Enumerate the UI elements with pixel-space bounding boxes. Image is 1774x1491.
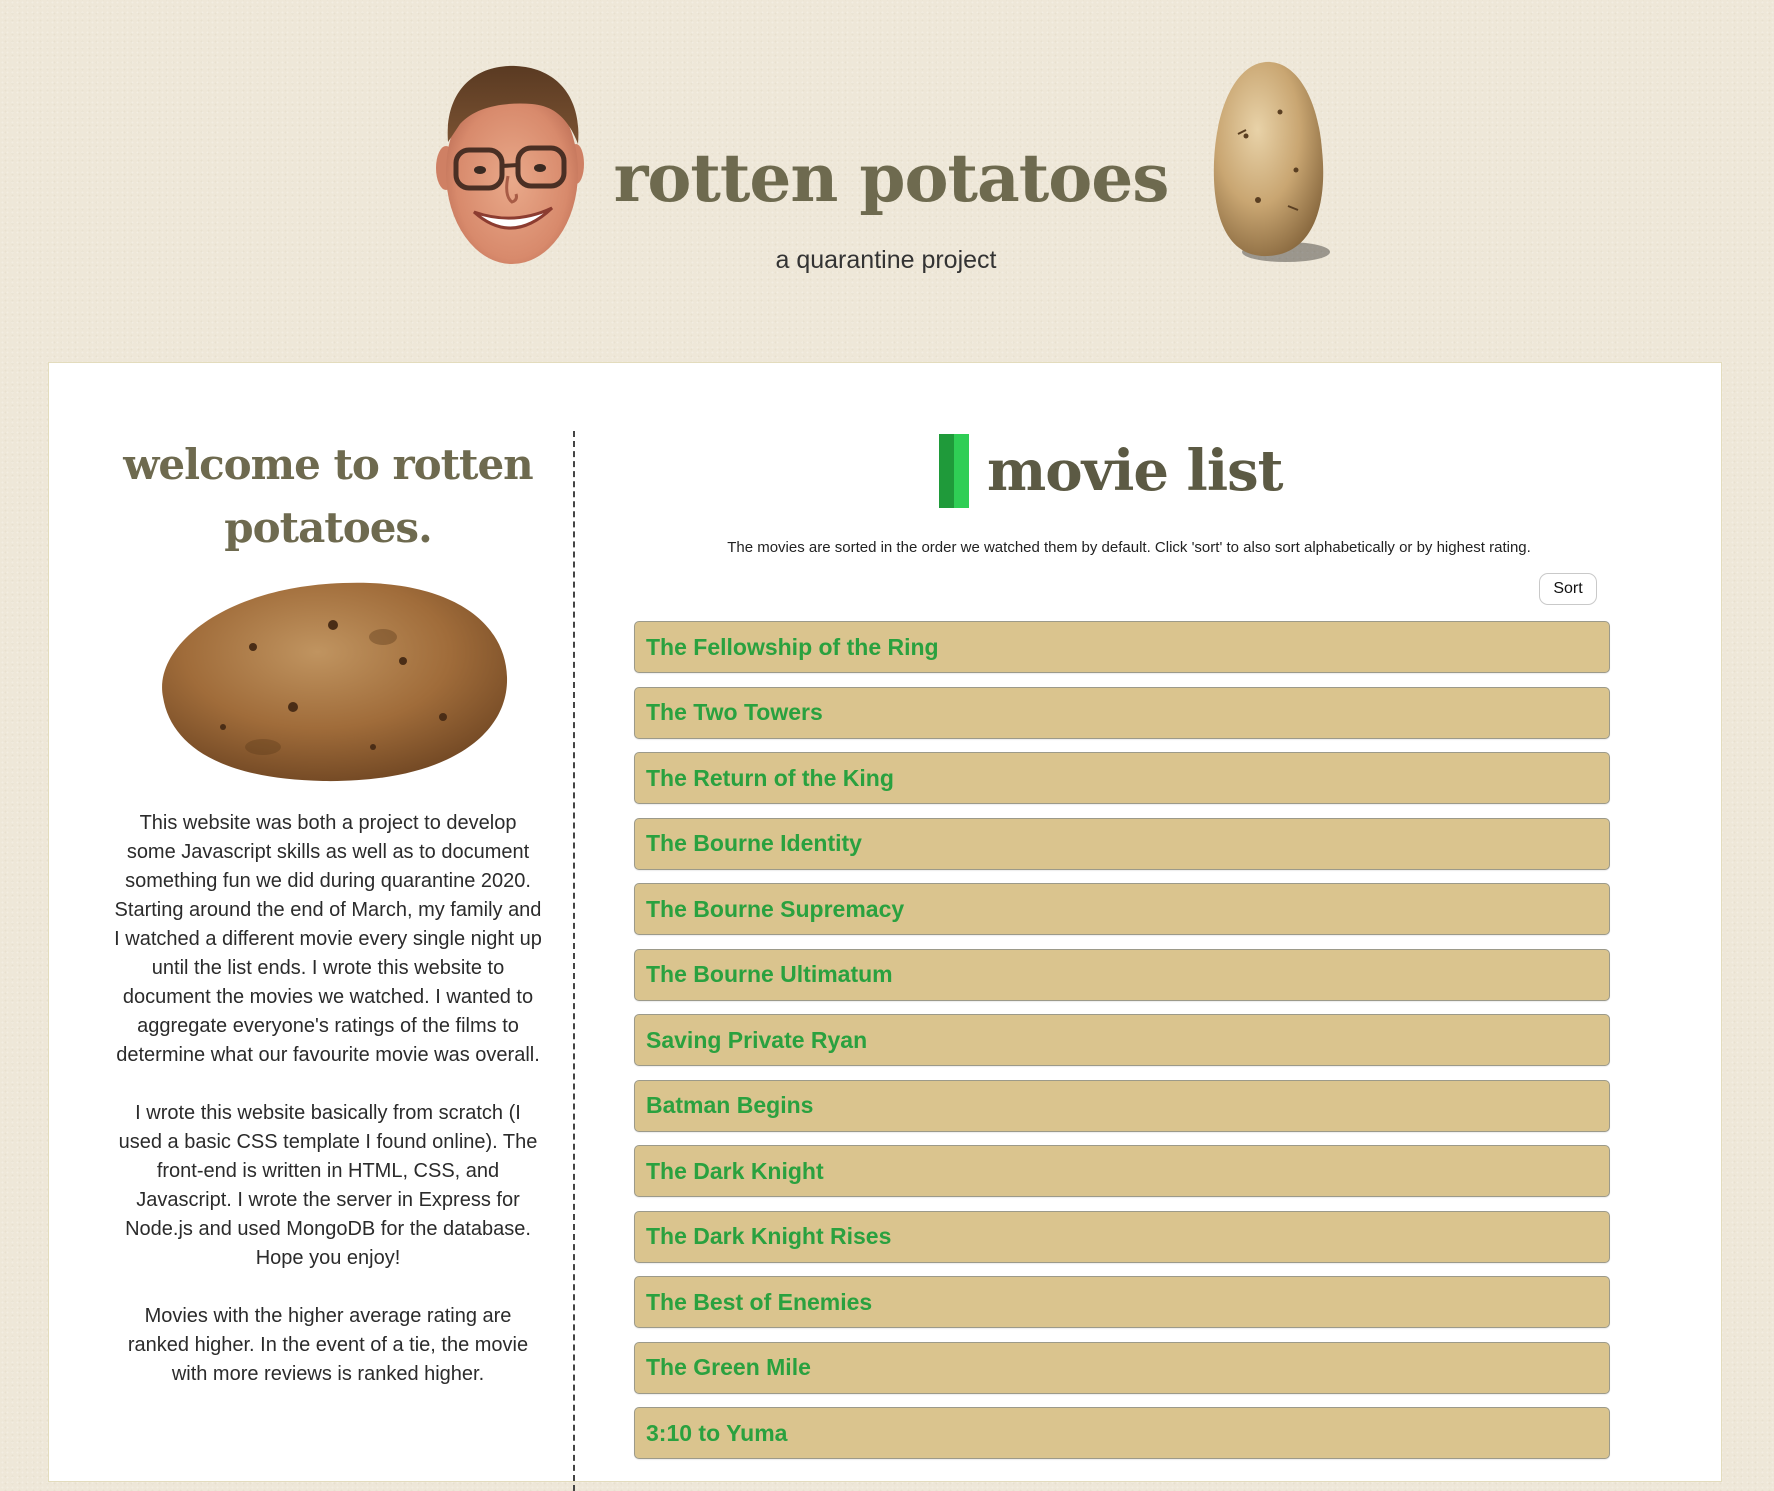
movie-title: The Return of the King bbox=[646, 764, 894, 791]
movie-title: The Best of Enemies bbox=[646, 1288, 873, 1315]
sort-instructions: The movies are sorted in the order we wa… bbox=[727, 539, 1531, 556]
movie-item[interactable]: The Fellowship of the Ring bbox=[634, 621, 1610, 673]
about-paragraph: I wrote this website basically from scra… bbox=[118, 1102, 538, 1269]
movie-title: The Bourne Supremacy bbox=[646, 895, 905, 922]
welcome-section: welcome to rotten potatoes. This website… bbox=[113, 433, 543, 1418]
movie-item[interactable]: The Bourne Identity bbox=[634, 817, 1610, 870]
face-photo-icon bbox=[436, 65, 584, 264]
movie-title: The Fellowship of the Ring bbox=[646, 633, 939, 660]
movie-list: The Fellowship of the Ring The Two Tower… bbox=[634, 621, 1610, 1473]
movie-item[interactable]: Saving Private Ryan bbox=[634, 1014, 1610, 1066]
potato-icon bbox=[162, 582, 508, 782]
movie-item[interactable]: The Green Mile bbox=[634, 1341, 1610, 1394]
column-divider bbox=[573, 431, 575, 1491]
movie-title: The Dark Knight bbox=[646, 1157, 824, 1184]
potato-icon bbox=[1213, 61, 1330, 262]
movie-item[interactable]: 3:10 to Yuma bbox=[634, 1407, 1610, 1459]
movie-list-header: movie list bbox=[939, 431, 1283, 511]
movie-item[interactable]: The Dark Knight bbox=[634, 1145, 1610, 1197]
about-text: This website was both a project to devel… bbox=[113, 809, 543, 1389]
movie-title: The Green Mile bbox=[646, 1354, 811, 1380]
site-title: rotten potatoes bbox=[613, 139, 1170, 217]
movie-item[interactable]: The Bourne Supremacy bbox=[634, 883, 1610, 935]
movie-list-title: movie list bbox=[987, 438, 1283, 504]
movie-title: Saving Private Ryan bbox=[646, 1026, 868, 1053]
movie-title: The Bourne Identity bbox=[646, 830, 862, 856]
site-subtitle: a quarantine project bbox=[775, 246, 997, 274]
movie-item[interactable]: Batman Begins bbox=[634, 1079, 1610, 1132]
movie-title: Batman Begins bbox=[646, 1092, 814, 1118]
movie-item[interactable]: The Two Towers bbox=[634, 686, 1610, 739]
sort-button[interactable]: Sort bbox=[1539, 573, 1597, 605]
about-paragraph: This website was both a project to devel… bbox=[114, 812, 542, 1066]
movie-title: The Bourne Ultimatum bbox=[646, 961, 893, 987]
welcome-heading: welcome to rotten potatoes. bbox=[123, 440, 533, 552]
movie-title: 3:10 to Yuma bbox=[646, 1419, 788, 1446]
movie-title: The Two Towers bbox=[646, 699, 823, 725]
site-header: rotten potatoes a quarantine project bbox=[0, 0, 1774, 360]
movie-item[interactable]: The Best of Enemies bbox=[634, 1276, 1610, 1328]
movie-title: The Dark Knight Rises bbox=[646, 1223, 892, 1249]
about-paragraph: Movies with the higher average rating ar… bbox=[127, 1305, 529, 1385]
movie-item[interactable]: The Dark Knight Rises bbox=[634, 1210, 1610, 1263]
movie-item[interactable]: The Return of the King bbox=[634, 752, 1610, 804]
green-bar-icon bbox=[939, 434, 969, 508]
movie-item[interactable]: The Bourne Ultimatum bbox=[634, 948, 1610, 1001]
main-content-card: welcome to rotten potatoes. This website… bbox=[48, 362, 1722, 1491]
